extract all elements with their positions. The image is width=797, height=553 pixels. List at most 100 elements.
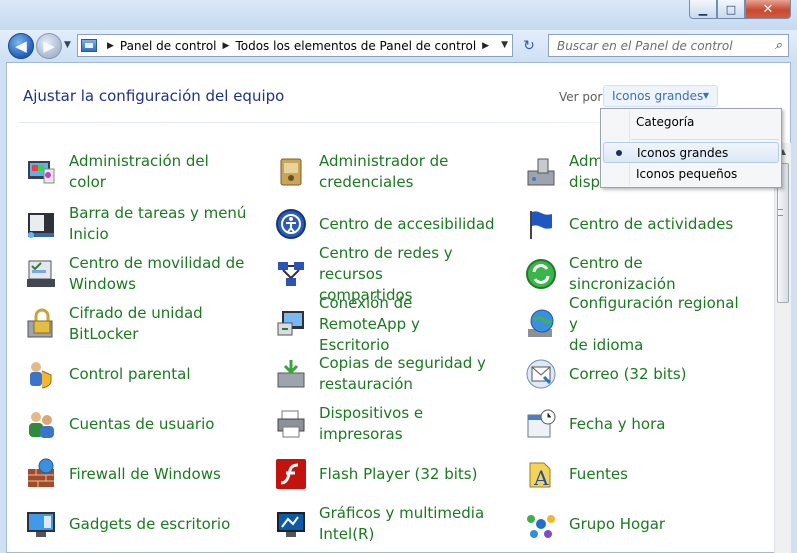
refresh-button[interactable]: ↻ [516, 34, 542, 57]
breadcrumb-separator[interactable]: ▶ [107, 41, 114, 51]
control-panel-item[interactable]: Copias de seguridad y restauración [257, 349, 497, 399]
control-panel-item-label[interactable]: Firewall de Windows [69, 464, 221, 485]
control-panel-item-label[interactable]: Fuentes [569, 464, 628, 485]
taskbar-start-icon [23, 206, 59, 242]
firewall-icon [23, 456, 59, 492]
chevron-down-icon: ▼ [702, 91, 709, 100]
item-label-line-1: Cuentas de usuario [69, 414, 215, 433]
control-panel-item[interactable]: Flash Player (32 bits) [257, 449, 497, 499]
control-panel-item-label[interactable]: Administración del color [69, 151, 247, 193]
date-time-icon [523, 406, 559, 442]
control-panel-item-label[interactable]: Cuentas de usuario [69, 414, 214, 435]
item-label-line-1: Copias de seguridad y [319, 354, 486, 372]
item-label-line-1: Flash Player (32 bits) [319, 464, 478, 483]
menu-item-category[interactable]: Categoría [603, 112, 779, 133]
breadcrumb-separator[interactable]: ▶ [223, 41, 230, 51]
radio-selected-icon [616, 150, 622, 156]
control-panel-item-label[interactable]: Gadgets de escritorio [69, 514, 230, 535]
view-by-value: Iconos grandes [612, 89, 704, 103]
control-panel-item-label[interactable]: Centro de actividades [569, 214, 733, 235]
control-panel-item-label[interactable]: Centro de accesibilidad [319, 214, 495, 235]
menu-item-large-icons[interactable]: Iconos grandes [603, 142, 779, 163]
navigation-bar: ◀ ▶ ▼ ▶ Panel de control ▶ Todos los ele… [0, 30, 797, 62]
control-panel-item[interactable]: Centro de actividades [507, 199, 747, 249]
item-label-line-2: restauración [319, 375, 413, 393]
control-panel-item-label[interactable]: Dispositivos e impresoras [319, 403, 497, 445]
control-panel-item[interactable]: Gráficos y multimedia Intel(R) [257, 499, 497, 549]
control-panel-item-label[interactable]: Fecha y hora [569, 414, 665, 435]
breadcrumb-all-items[interactable]: Todos los elementos de Panel de control [235, 39, 476, 53]
minimize-button[interactable]: ▁ [689, 0, 717, 19]
control-panel-item[interactable]: Cuentas de usuario [7, 399, 247, 449]
search-box[interactable]: ⌕ [548, 34, 789, 57]
item-label-line-1: Grupo Hogar [569, 514, 666, 533]
control-panel-item[interactable]: Grupo Hogar [507, 499, 747, 549]
control-panel-item-label[interactable]: Flash Player (32 bits) [319, 464, 477, 485]
maximize-button[interactable]: □ [717, 0, 745, 19]
recent-pages-dropdown[interactable]: ▼ [64, 40, 71, 50]
control-panel-item[interactable]: Barra de tareas y menú Inicio [7, 199, 247, 249]
control-panel-item-label[interactable]: Barra de tareas y menú Inicio [69, 203, 246, 245]
scroll-grip-icon [778, 209, 783, 216]
menu-item-label: Categoría [636, 115, 695, 129]
control-panel-item[interactable]: Conexión de RemoteApp y Escritorio [257, 294, 497, 354]
control-panel-item[interactable]: Centro de movilidad de Windows [7, 249, 247, 299]
control-panel-item-label[interactable]: Administrador de credenciales [319, 151, 448, 193]
control-panel-item-label[interactable]: Centro de movilidad de Windows [69, 253, 244, 295]
search-input[interactable] [555, 37, 765, 54]
forward-button[interactable]: ▶ [36, 33, 62, 59]
breadcrumb-separator[interactable]: ▶ [482, 41, 489, 51]
control-panel-icon [81, 39, 97, 52]
control-panel-item-label[interactable]: Cifrado de unidad BitLocker [69, 303, 203, 345]
item-label-line-1: Cifrado de unidad [69, 304, 203, 322]
back-button[interactable]: ◀ [8, 33, 34, 59]
control-panel-item[interactable]: Cifrado de unidad BitLocker [7, 299, 247, 349]
user-accounts-icon [23, 406, 59, 442]
control-panel-item-label[interactable]: Configuración regional y de idioma [569, 293, 747, 356]
menu-item-label: Iconos pequeños [636, 167, 738, 181]
control-panel-item-label[interactable]: Conexión de RemoteApp y Escritorio [319, 293, 497, 356]
forward-arrow-icon: ▶ [43, 37, 55, 55]
item-label-line-1: Administración del color [69, 152, 209, 191]
item-label-line-2: Inicio [69, 225, 109, 243]
control-panel-item[interactable]: A Fuentes [507, 449, 747, 499]
control-panel-item-label[interactable]: Control parental [69, 364, 191, 385]
control-panel-item[interactable]: Control parental [7, 349, 247, 399]
search-icon[interactable]: ⌕ [775, 38, 782, 53]
item-label-line-1: Administrador de [319, 152, 449, 170]
control-panel-item[interactable]: Administración del color [7, 147, 247, 197]
control-panel-item[interactable]: Centro de sincronización [507, 249, 747, 299]
menu-item-small-icons[interactable]: Iconos pequeños [603, 164, 779, 185]
address-dropdown-icon[interactable]: ▼ [501, 40, 508, 50]
view-by-select[interactable]: Iconos grandes ▼ [603, 85, 718, 107]
item-label-line-1: Correo (32 bits) [569, 364, 687, 383]
control-panel-item-label[interactable]: Gráficos y multimedia Intel(R) [319, 503, 484, 545]
control-panel-item[interactable]: Configuración regional y de idioma [507, 294, 747, 354]
control-panel-item-label[interactable]: Centro de sincronización [569, 253, 747, 295]
view-by-label: Ver por: [559, 90, 607, 104]
region-language-globe-icon [523, 306, 559, 342]
control-panel-item[interactable]: Correo (32 bits) [507, 349, 747, 399]
item-label-line-1: Dispositivos e impresoras [319, 404, 424, 443]
vertical-scrollbar[interactable]: ▲ [774, 143, 791, 553]
item-label-line-1: Control parental [69, 364, 191, 383]
close-button[interactable]: ✕ [745, 0, 791, 19]
control-panel-item-label[interactable]: Correo (32 bits) [569, 364, 687, 385]
control-panel-item[interactable]: Gadgets de escritorio [7, 499, 247, 549]
control-panel-item[interactable]: Administrador de credenciales [257, 147, 497, 197]
page-title: Ajustar la configuración del equipo [23, 87, 285, 105]
control-panel-item[interactable]: Fecha y hora [507, 399, 747, 449]
control-panel-item[interactable]: Firewall de Windows [7, 449, 247, 499]
control-panel-item[interactable]: Centro de accesibilidad [257, 199, 497, 249]
breadcrumb-control-panel[interactable]: Panel de control [120, 39, 217, 53]
control-panel-item-label[interactable]: Grupo Hogar [569, 514, 665, 535]
intel-graphics-icon [273, 506, 309, 542]
item-label-line-1: Centro de accesibilidad [319, 214, 495, 233]
control-panel-item[interactable]: Centro de redes y recursos compartidos [257, 244, 497, 304]
homegroup-icon [523, 506, 559, 542]
control-panel-item[interactable]: Dispositivos e impresoras [257, 399, 497, 449]
control-panel-item-label[interactable]: Copias de seguridad y restauración [319, 353, 486, 395]
address-bar[interactable]: ▶ Panel de control ▶ Todos los elementos… [77, 34, 513, 57]
item-label-line-2: Windows [69, 275, 136, 293]
item-label-line-1: Centro de sincronización [569, 254, 676, 293]
